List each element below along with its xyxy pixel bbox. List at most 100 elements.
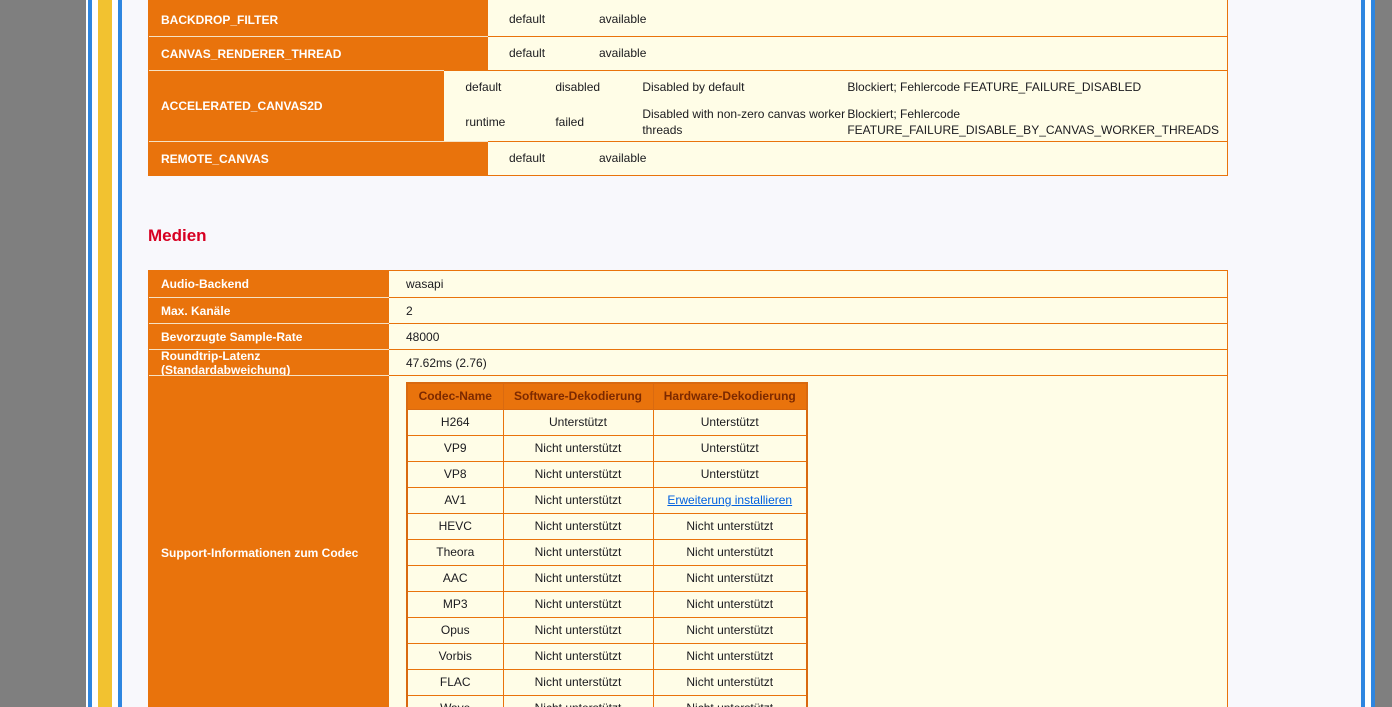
feature-status: available [599,46,686,62]
codec-row: TheoraNicht unterstütztNicht unterstützt [407,539,807,565]
software-decoding-cell: Nicht unterstützt [503,643,653,669]
feature-message: Blockiert; Fehlercode FEATURE_FAILURE_DI… [847,80,1219,96]
software-decoding-cell: Nicht unterstützt [503,565,653,591]
feature-message: Blockiert; Fehlercode FEATURE_FAILURE_DI… [847,107,1219,138]
hardware-decoding-cell: Erweiterung installieren [653,487,807,513]
media-row-codec-support: Support-Informationen zum Codec Codec-Na… [149,375,1227,707]
feature-entries: default available [488,36,1227,70]
codec-name-cell: Opus [407,617,503,643]
software-decoding-cell: Nicht unterstützt [503,591,653,617]
media-row-label: Max. Kanäle [149,297,389,323]
feature-row: REMOTE_CANVAS default available [149,141,1227,175]
feature-type: runtime [465,115,555,131]
feature-name: BACKDROP_FILTER [149,3,488,36]
software-decoding-header: Software-Dekodierung [503,383,653,409]
media-row-value: 2 [389,297,1227,323]
media-row: Roundtrip-Latenz (Standardabweichung) 47… [149,349,1227,375]
media-row-label: Roundtrip-Latenz (Standardabweichung) [149,349,389,375]
feature-description: Disabled by default [642,80,847,96]
feature-status: failed [555,115,642,131]
graphics-feature-status-table: BACKDROP_FILTER default available CANVAS… [148,0,1228,176]
codec-name-cell: VP9 [407,435,503,461]
feature-entry: default disabled Disabled by default Blo… [444,71,1227,104]
feature-name: ACCELERATED_CANVAS2D [149,70,444,141]
install-extension-link[interactable]: Erweiterung installieren [667,493,792,507]
codec-row: AV1Nicht unterstützt Erweiterung installi… [407,487,807,513]
left-gray-margin [0,0,86,707]
hardware-decoding-cell: Unterstützt [653,435,807,461]
media-row-value: 47.62ms (2.76) [389,349,1227,375]
codec-name-cell: VP8 [407,461,503,487]
codec-support-cell: Codec-Name Software-Dekodierung Hardware… [389,375,1227,707]
codec-name-cell: Vorbis [407,643,503,669]
codec-name-cell: H264 [407,409,503,435]
codec-name-header: Codec-Name [407,383,503,409]
codec-row: WaveNicht unterstütztNicht unterstützt [407,695,807,707]
codec-name-cell: Theora [407,539,503,565]
codec-name-cell: Wave [407,695,503,707]
media-row-label: Audio-Backend [149,271,389,297]
hardware-decoding-cell: Nicht unterstützt [653,669,807,695]
feature-name: CANVAS_RENDERER_THREAD [149,36,488,70]
feature-entries: default available [488,141,1227,175]
feature-row: ACCELERATED_CANVAS2D default disabled Di… [149,70,1227,141]
media-section-heading: Medien [148,226,207,246]
codec-row: FLACNicht unterstütztNicht unterstützt [407,669,807,695]
hardware-decoding-cell: Unterstützt [653,461,807,487]
hardware-decoding-cell: Nicht unterstützt [653,643,807,669]
software-decoding-cell: Nicht unterstützt [503,695,653,707]
codec-row: HEVCNicht unterstütztNicht unterstützt [407,513,807,539]
hardware-decoding-cell: Nicht unterstützt [653,695,807,707]
software-decoding-cell: Nicht unterstützt [503,487,653,513]
feature-entries: default available [488,3,1227,36]
feature-type: default [509,46,599,62]
feature-row: CANVAS_RENDERER_THREAD default available [149,36,1227,70]
feature-name: REMOTE_CANVAS [149,141,488,175]
codec-row: H264UnterstütztUnterstützt [407,409,807,435]
feature-entry: default available [488,142,1227,175]
codec-name-cell: AV1 [407,487,503,513]
left-yellow-scrollbar[interactable] [98,0,112,707]
software-decoding-cell: Nicht unterstützt [503,617,653,643]
feature-entry: default available [488,3,1227,36]
feature-entry: runtime failed Disabled with non-zero ca… [444,104,1227,141]
codec-row: VP8Nicht unterstütztUnterstützt [407,461,807,487]
feature-status: available [599,151,686,167]
codec-row: MP3Nicht unterstütztNicht unterstützt [407,591,807,617]
media-table: Audio-Backend wasapi Max. Kanäle 2 Bevor… [148,270,1228,707]
codec-row: VorbisNicht unterstütztNicht unterstützt [407,643,807,669]
software-decoding-cell: Nicht unterstützt [503,435,653,461]
codec-row: VP9Nicht unterstütztUnterstützt [407,435,807,461]
right-gray-margin [1375,0,1392,707]
hardware-decoding-cell: Nicht unterstützt [653,513,807,539]
media-row: Max. Kanäle 2 [149,297,1227,323]
hardware-decoding-cell: Nicht unterstützt [653,539,807,565]
media-row-label: Support-Informationen zum Codec [149,375,389,707]
media-row-label: Bevorzugte Sample-Rate [149,323,389,349]
hardware-decoding-cell: Nicht unterstützt [653,617,807,643]
codec-name-cell: HEVC [407,513,503,539]
codec-name-cell: FLAC [407,669,503,695]
feature-entries: default disabled Disabled by default Blo… [444,70,1227,141]
hardware-decoding-cell: Nicht unterstützt [653,565,807,591]
feature-type: default [465,80,555,96]
codec-row: OpusNicht unterstütztNicht unterstützt [407,617,807,643]
codec-header-row: Codec-Name Software-Dekodierung Hardware… [407,383,807,409]
codec-name-cell: AAC [407,565,503,591]
media-row: Bevorzugte Sample-Rate 48000 [149,323,1227,349]
software-decoding-cell: Nicht unterstützt [503,513,653,539]
software-decoding-cell: Nicht unterstützt [503,461,653,487]
software-decoding-cell: Nicht unterstützt [503,669,653,695]
codec-support-table: Codec-Name Software-Dekodierung Hardware… [406,382,808,707]
left-inner-blue-border [118,0,122,707]
feature-row: BACKDROP_FILTER default available [149,3,1227,36]
feature-status: disabled [555,80,642,96]
feature-status: available [599,12,686,28]
hardware-decoding-cell: Nicht unterstützt [653,591,807,617]
feature-type: default [509,12,599,28]
software-decoding-cell: Unterstützt [503,409,653,435]
media-row-value: wasapi [389,271,1227,297]
hardware-decoding-header: Hardware-Dekodierung [653,383,807,409]
media-row-value: 48000 [389,323,1227,349]
hardware-decoding-cell: Unterstützt [653,409,807,435]
